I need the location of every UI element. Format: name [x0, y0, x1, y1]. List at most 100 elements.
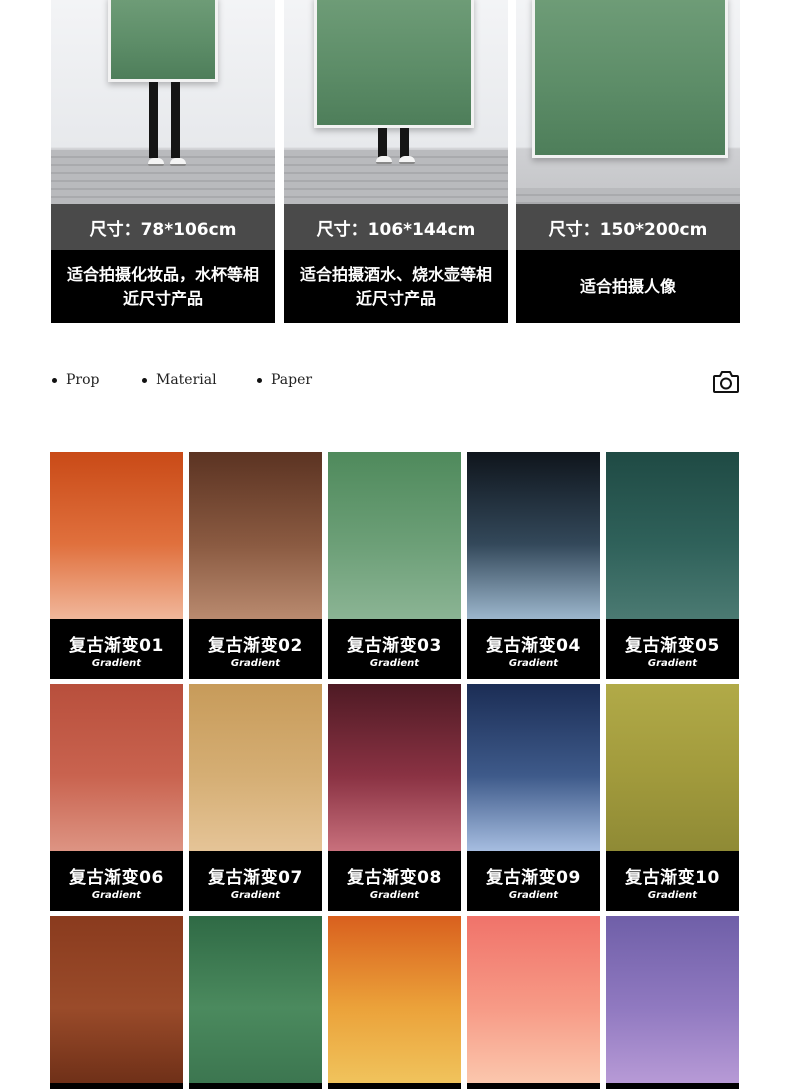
gradient-subtitle: Gradient [230, 890, 281, 901]
person-leg [171, 82, 180, 158]
tag-label: Material [156, 372, 217, 388]
gradient-swatch [189, 916, 322, 1083]
gradient-tile[interactable]: 复古渐变03 Gradient [328, 452, 461, 679]
gradient-tile[interactable]: 复古渐变10 Gradient [606, 684, 739, 911]
product-photo [51, 0, 275, 204]
gradient-label [467, 1083, 600, 1089]
shoe [148, 158, 164, 166]
gradient-label: 复古渐变07 Gradient [189, 851, 322, 911]
gradient-subtitle: Gradient [91, 658, 142, 669]
tag-label: Paper [271, 372, 313, 388]
size-label: 尺寸：150*200cm [516, 204, 740, 250]
floor [51, 150, 275, 204]
gradient-swatch [328, 916, 461, 1083]
floor [284, 150, 508, 204]
gradient-label: 复古渐变05 Gradient [606, 619, 739, 679]
gradient-subtitle: Gradient [508, 658, 559, 669]
gradient-swatch [467, 684, 600, 851]
size-label: 尺寸：106*144cm [284, 204, 508, 250]
gradient-tile[interactable] [50, 916, 183, 1089]
gradient-name: 复古渐变05 [625, 636, 720, 656]
gradient-label [50, 1083, 183, 1089]
gradient-swatch [189, 452, 322, 619]
green-backdrop [108, 0, 218, 82]
bullet-icon [257, 377, 262, 383]
gradient-swatch [50, 916, 183, 1083]
gradient-name: 复古渐变07 [208, 868, 303, 888]
use-description: 适合拍摄人像 [516, 250, 740, 323]
gradient-subtitle: Gradient [369, 890, 420, 901]
size-card-large[interactable]: 尺寸：150*200cm 适合拍摄人像 [516, 0, 740, 323]
gradient-label: 复古渐变04 Gradient [467, 619, 600, 679]
gradient-swatch [467, 452, 600, 619]
gradient-swatch [328, 684, 461, 851]
gradient-label [606, 1083, 739, 1089]
gradient-swatch [50, 684, 183, 851]
tag-list: Prop Material Paper [51, 372, 351, 394]
camera-icon[interactable] [712, 369, 740, 395]
gradient-name: 复古渐变06 [69, 868, 164, 888]
gradient-grid: 复古渐变01 Gradient 复古渐变02 Gradient 复古渐变03 Gradie… [50, 452, 740, 1089]
use-description: 适合拍摄化妆品，水杯等相近尺寸产品 [51, 250, 275, 323]
gradient-subtitle: Gradient [647, 890, 698, 901]
gradient-tile[interactable]: 复古渐变06 Gradient [50, 684, 183, 911]
gradient-swatch [328, 452, 461, 619]
gradient-label [189, 1083, 322, 1089]
green-backdrop [532, 0, 728, 158]
gradient-tile[interactable]: 复古渐变01 Gradient [50, 452, 183, 679]
gradient-name: 复古渐变08 [347, 868, 442, 888]
gradient-tile[interactable]: 复古渐变08 Gradient [328, 684, 461, 911]
gradient-label: 复古渐变02 Gradient [189, 619, 322, 679]
size-card-small[interactable]: 尺寸：78*106cm 适合拍摄化妆品，水杯等相近尺寸产品 [51, 0, 275, 323]
use-description: 适合拍摄酒水、烧水壶等相近尺寸产品 [284, 250, 508, 323]
gradient-subtitle: Gradient [508, 890, 559, 901]
gradient-tile[interactable] [189, 916, 322, 1089]
gradient-swatch [606, 452, 739, 619]
size-showcase: 尺寸：78*106cm 适合拍摄化妆品，水杯等相近尺寸产品 尺寸：106*144… [51, 0, 740, 323]
gradient-swatch [606, 684, 739, 851]
product-photo [516, 0, 740, 204]
gradient-tile[interactable]: 复古渐变07 Gradient [189, 684, 322, 911]
gradient-label: 复古渐变06 Gradient [50, 851, 183, 911]
gradient-label: 复古渐变03 Gradient [328, 619, 461, 679]
gradient-tile[interactable] [606, 916, 739, 1089]
gradient-tile[interactable]: 复古渐变04 Gradient [467, 452, 600, 679]
size-card-medium[interactable]: 尺寸：106*144cm 适合拍摄酒水、烧水壶等相近尺寸产品 [284, 0, 508, 323]
tag-paper[interactable]: Paper [257, 372, 312, 388]
gradient-subtitle: Gradient [647, 658, 698, 669]
gradient-swatch [189, 684, 322, 851]
gradient-tile[interactable]: 复古渐变09 Gradient [467, 684, 600, 911]
floor [516, 188, 740, 204]
green-backdrop [314, 0, 474, 128]
gradient-tile[interactable] [467, 916, 600, 1089]
gradient-label: 复古渐变01 Gradient [50, 619, 183, 679]
gradient-tile[interactable]: 复古渐变02 Gradient [189, 452, 322, 679]
gradient-name: 复古渐变02 [208, 636, 303, 656]
gradient-label: 复古渐变10 Gradient [606, 851, 739, 911]
gradient-label: 复古渐变08 Gradient [328, 851, 461, 911]
gradient-name: 复古渐变01 [69, 636, 164, 656]
gradient-name: 复古渐变10 [625, 868, 720, 888]
gradient-name: 复古渐变03 [347, 636, 442, 656]
shoe [170, 158, 186, 166]
bullet-icon [142, 377, 147, 383]
tag-material[interactable]: Material [142, 372, 217, 388]
tag-label: Prop [66, 372, 100, 388]
gradient-tile[interactable]: 复古渐变05 Gradient [606, 452, 739, 679]
shoe [376, 156, 392, 164]
gradient-subtitle: Gradient [369, 658, 420, 669]
gradient-subtitle: Gradient [230, 658, 281, 669]
bullet-icon [52, 377, 57, 383]
person-leg [149, 82, 158, 158]
gradient-swatch [50, 452, 183, 619]
person-leg [378, 128, 387, 158]
shoe [399, 156, 415, 164]
tag-prop[interactable]: Prop [52, 372, 100, 388]
person-leg [400, 128, 409, 158]
gradient-label: 复古渐变09 Gradient [467, 851, 600, 911]
size-label: 尺寸：78*106cm [51, 204, 275, 250]
gradient-swatch [606, 916, 739, 1083]
gradient-tile[interactable] [328, 916, 461, 1089]
gradient-name: 复古渐变04 [486, 636, 581, 656]
gradient-swatch [467, 916, 600, 1083]
